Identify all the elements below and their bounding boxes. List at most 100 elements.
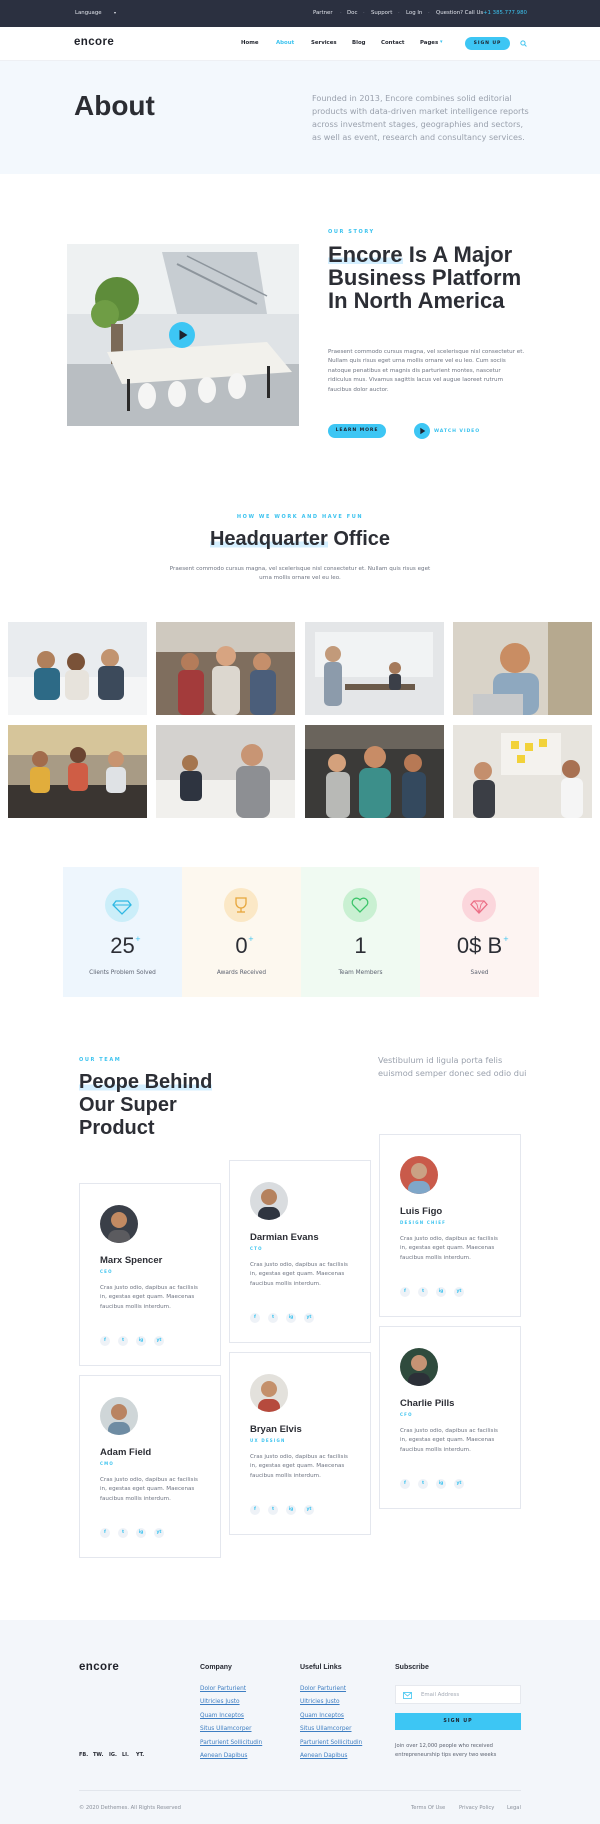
footer-link[interactable]: Dolor Parturient — [200, 1686, 246, 1692]
footer-link[interactable]: Ultricies Justo — [300, 1699, 340, 1705]
stat-card: 0 + Awards Received — [182, 867, 301, 997]
youtube-icon[interactable]: yt — [154, 1336, 164, 1346]
footer-subscribe-title: Subscribe — [395, 1664, 429, 1671]
instagram-icon[interactable]: ig — [286, 1313, 296, 1323]
footer-social-twitter[interactable]: TW. — [93, 1752, 103, 1758]
watch-video-link[interactable]: WATCH VIDEO — [434, 429, 480, 434]
nav-services[interactable]: Services — [311, 40, 337, 46]
topbar-link-doc[interactable]: Doc — [347, 10, 357, 16]
language-selector[interactable]: Language — [75, 10, 102, 16]
twitter-icon[interactable]: t — [268, 1505, 278, 1515]
search-icon[interactable] — [520, 40, 527, 47]
signup-button[interactable]: SIGN UP — [465, 37, 510, 50]
avatar — [100, 1397, 138, 1435]
footer-link[interactable]: Parturient Sollicitudin — [200, 1740, 262, 1746]
hq-description: Praesent commodo cursus magna, vel scele… — [169, 566, 431, 582]
footer-social-youtube[interactable]: YT. — [136, 1752, 144, 1758]
footer-terms-link[interactable]: Terms Of Use — [411, 1805, 445, 1811]
main-header: encore Home About Services Blog Contact … — [0, 27, 600, 61]
hero-description: Founded in 2013, Encore combines solid e… — [312, 93, 529, 142]
instagram-icon[interactable]: ig — [436, 1479, 446, 1489]
twitter-icon[interactable]: t — [418, 1287, 428, 1297]
footer-link[interactable]: Quam Inceptos — [200, 1713, 244, 1719]
topbar-link-partner[interactable]: Partner — [313, 10, 333, 16]
youtube-icon[interactable]: yt — [454, 1479, 464, 1489]
nav-home[interactable]: Home — [241, 40, 259, 46]
footer-logo[interactable]: encore — [79, 1661, 119, 1673]
avatar — [100, 1205, 138, 1243]
footer-link[interactable]: Parturient Sollicitudin — [300, 1740, 362, 1746]
footer-link[interactable]: Ultricies Justo — [200, 1699, 240, 1705]
stat-icon-circle — [343, 888, 377, 922]
facebook-icon[interactable]: f — [100, 1336, 110, 1346]
footer-link[interactable]: Situs Ullamcorper — [300, 1726, 352, 1732]
topbar-phone[interactable]: +1 385.777.980 — [483, 10, 527, 16]
team-card: Adam Field CMO Cras justo odio, dapibus … — [79, 1375, 221, 1558]
story-eyebrow: OUR STORY — [328, 229, 375, 235]
twitter-icon[interactable]: t — [418, 1479, 428, 1489]
stat-card: 1 Team Members — [301, 867, 420, 997]
email-field[interactable]: Email Address — [395, 1685, 521, 1704]
story-title: Encore Is A Major Business Platform In N… — [328, 242, 533, 312]
footer-social-instagram[interactable]: IG. — [109, 1752, 117, 1758]
instagram-icon[interactable]: ig — [136, 1336, 146, 1346]
title-highlight: Peope Behind — [79, 1071, 213, 1093]
office-photo — [8, 725, 147, 818]
footer-privacy-link[interactable]: Privacy Policy — [459, 1805, 494, 1811]
title-highlight: Encore — [328, 242, 403, 267]
member-bio: Cras justo odio, dapibus ac facilisis in… — [100, 1285, 198, 1310]
facebook-icon[interactable]: f — [250, 1313, 260, 1323]
instagram-icon[interactable]: ig — [436, 1287, 446, 1297]
stat-plus: + — [135, 935, 141, 943]
footer-social-linkedin[interactable]: LI. — [122, 1752, 129, 1758]
facebook-icon[interactable]: f — [400, 1479, 410, 1489]
copyright: © 2020 Dethemes. All Rights Reserved — [79, 1805, 181, 1811]
stat-value: 25 — [110, 933, 135, 958]
facebook-icon[interactable]: f — [400, 1287, 410, 1297]
facebook-icon[interactable]: f — [250, 1505, 260, 1515]
site-logo[interactable]: encore — [74, 36, 114, 48]
subscribe-button[interactable]: SIGN UP — [395, 1713, 521, 1730]
trophy-icon — [235, 897, 247, 913]
avatar — [400, 1348, 438, 1386]
diamond-icon — [112, 900, 132, 915]
watch-video-play-button[interactable] — [414, 423, 430, 439]
instagram-icon[interactable]: ig — [136, 1528, 146, 1538]
email-placeholder: Email Address — [421, 1692, 460, 1698]
footer-link[interactable]: Situs Ullamcorper — [200, 1726, 252, 1732]
footer-legal-link[interactable]: Legal — [507, 1805, 521, 1811]
twitter-icon[interactable]: t — [118, 1528, 128, 1538]
youtube-icon[interactable]: yt — [454, 1287, 464, 1297]
nav-pages[interactable]: Pages — [420, 40, 438, 46]
chevron-down-icon[interactable]: ▾ — [440, 39, 443, 45]
member-name: Bryan Elvis — [250, 1424, 302, 1435]
play-video-button[interactable] — [169, 322, 195, 348]
footer-link[interactable]: Aenean Dapibus — [200, 1753, 247, 1759]
youtube-icon[interactable]: yt — [304, 1505, 314, 1515]
nav-blog[interactable]: Blog — [352, 40, 366, 46]
footer-link[interactable]: Dolor Parturient — [300, 1686, 346, 1692]
facebook-icon[interactable]: f — [100, 1528, 110, 1538]
stat-card: 25 + Clients Problem Solved — [63, 867, 182, 997]
play-icon — [179, 330, 188, 340]
topbar-link-login[interactable]: Log In — [406, 10, 422, 16]
twitter-icon[interactable]: t — [118, 1336, 128, 1346]
footer-social-facebook[interactable]: FB. — [79, 1752, 88, 1758]
footer-link[interactable]: Quam Inceptos — [300, 1713, 344, 1719]
footer-link[interactable]: Aenean Dapibus — [300, 1753, 347, 1759]
separator-dot: · — [363, 10, 365, 16]
learn-more-button[interactable]: LEARN MORE — [328, 424, 386, 438]
nav-contact[interactable]: Contact — [381, 40, 404, 46]
avatar — [400, 1156, 438, 1194]
youtube-icon[interactable]: yt — [154, 1528, 164, 1538]
member-role: CMO — [100, 1461, 114, 1466]
chevron-down-icon[interactable]: ▾ — [114, 10, 116, 15]
youtube-icon[interactable]: yt — [304, 1313, 314, 1323]
instagram-icon[interactable]: ig — [286, 1505, 296, 1515]
office-photo — [156, 725, 295, 818]
twitter-icon[interactable]: t — [268, 1313, 278, 1323]
nav-about[interactable]: About — [276, 40, 294, 46]
team-eyebrow: OUR TEAM — [79, 1057, 122, 1063]
page-title: About — [74, 90, 155, 121]
topbar-link-support[interactable]: Support — [371, 10, 392, 16]
